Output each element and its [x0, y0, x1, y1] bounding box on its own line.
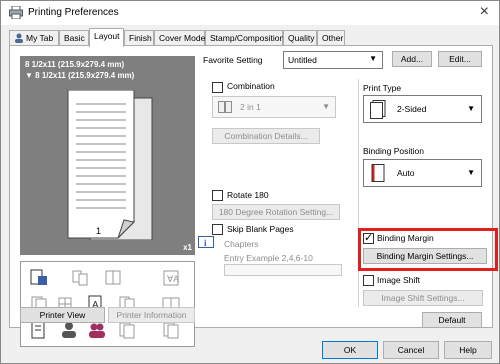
print-type-select[interactable]: 2-Sided ▼ — [363, 95, 482, 123]
favorite-add-button[interactable]: Add... — [392, 51, 432, 67]
printing-preferences-window: Printing Preferences × My Tab Basic Layo… — [0, 0, 500, 364]
column-divider — [358, 79, 359, 307]
chevron-down-icon: ▼ — [322, 102, 330, 111]
image-shift-checkbox[interactable] — [363, 275, 374, 286]
user-group-icon[interactable] — [87, 320, 107, 340]
svg-text:ⱯA: ⱯA — [167, 274, 179, 284]
skip-blank-pages-checkbox[interactable] — [212, 224, 223, 235]
tab-finish[interactable]: Finish — [124, 30, 154, 46]
binding-left-icon — [371, 164, 385, 182]
chevron-down-icon: ▼ — [467, 104, 475, 113]
chevron-down-icon: ▼ — [467, 168, 475, 177]
preview-output-size: ▼ 8 1/2x11 (215.9x279.4 mm) — [25, 71, 135, 80]
original-size-icon[interactable] — [29, 268, 49, 288]
combination-icon[interactable] — [70, 268, 90, 288]
image-shift-settings-button[interactable]: Image Shift Settings... — [363, 290, 483, 306]
favorite-edit-button[interactable]: Edit... — [438, 51, 482, 67]
combination-label: Combination — [227, 81, 275, 91]
binding-position-label: Binding Position — [363, 146, 424, 156]
default-button[interactable]: Default — [422, 312, 482, 328]
rotate-icon[interactable]: ⱯA — [161, 268, 181, 288]
printer-view-button[interactable]: Printer View — [20, 307, 105, 323]
close-icon[interactable]: × — [480, 3, 489, 21]
two-up-icon — [218, 101, 232, 113]
tab-quality[interactable]: Quality — [283, 30, 317, 46]
title-bar: Printing Preferences × — [1, 1, 499, 25]
info-icon: i — [198, 236, 214, 248]
binding-margin-settings-button[interactable]: Binding Margin Settings... — [363, 248, 487, 264]
favorite-setting-select[interactable]: Untitled ▼ — [283, 51, 383, 69]
rotation-setting-button[interactable]: 180 Degree Rotation Setting... — [212, 204, 340, 220]
preview-page-number: 1 — [96, 226, 101, 236]
tab-other[interactable]: Other — [317, 30, 345, 46]
chapters-example: Entry Example 2,4,6-10 — [224, 253, 313, 263]
chevron-down-icon: ▼ — [369, 54, 377, 63]
ok-button[interactable]: OK — [322, 341, 378, 359]
rotate-180-label: Rotate 180 — [227, 190, 269, 200]
tab-stamp-composition[interactable]: Stamp/Composition — [205, 30, 284, 46]
tab-my-tab[interactable]: My Tab — [9, 30, 59, 46]
duplex-binding-icon[interactable] — [29, 320, 49, 340]
favorite-setting-label: Favorite Setting — [203, 55, 263, 65]
two-sided-icon — [370, 100, 386, 119]
combination-details-button[interactable]: Combination Details... — [212, 128, 320, 144]
function-icon-grid: ⱯA A — [20, 261, 195, 347]
person-icon — [15, 33, 23, 43]
tab-basic[interactable]: Basic — [59, 30, 89, 46]
cancel-button[interactable]: Cancel — [383, 341, 439, 359]
print-type-label: Print Type — [363, 83, 402, 93]
skip-blank-pages-label: Skip Blank Pages — [227, 224, 294, 234]
down-arrow-icon: ▼ — [25, 71, 36, 80]
binding-margin-checkbox[interactable]: ✓ — [363, 232, 374, 244]
sort-icon[interactable] — [161, 320, 181, 340]
checkmark-icon: ✓ — [364, 232, 374, 244]
tab-layout[interactable]: Layout — [89, 28, 124, 47]
tab-cover-mode[interactable]: Cover Mode — [154, 30, 205, 46]
page-preview: 8 1/2x11 (215.9x279.4 mm) ▼ 8 1/2x11 (21… — [20, 56, 195, 255]
help-button[interactable]: Help — [444, 341, 492, 359]
rotate-180-checkbox[interactable] — [212, 190, 223, 201]
chapters-input[interactable] — [224, 264, 342, 276]
combination-checkbox[interactable] — [212, 82, 223, 93]
printer-information-button[interactable]: Printer Information — [108, 307, 195, 323]
stapled-doc-icon[interactable] — [117, 320, 137, 340]
preview-paper-size: 8 1/2x11 (215.9x279.4 mm) — [25, 60, 125, 69]
duplex-page-graphic: 1 — [67, 90, 153, 240]
booklet-icon[interactable] — [103, 268, 123, 288]
copies-count: x1 — [183, 243, 192, 252]
user-icon[interactable] — [59, 320, 79, 340]
binding-margin-label: Binding Margin — [377, 233, 434, 243]
window-title: Printing Preferences — [28, 7, 119, 18]
layout-panel: 8 1/2x11 (215.9x279.4 mm) ▼ 8 1/2x11 (21… — [9, 45, 498, 347]
image-shift-label: Image Shift — [377, 275, 420, 285]
combination-select[interactable]: 2 in 1 ▼ — [212, 96, 336, 118]
printer-app-icon — [9, 6, 23, 19]
chapters-label: Chapters — [224, 239, 259, 249]
binding-position-select[interactable]: Auto ▼ — [363, 159, 482, 187]
